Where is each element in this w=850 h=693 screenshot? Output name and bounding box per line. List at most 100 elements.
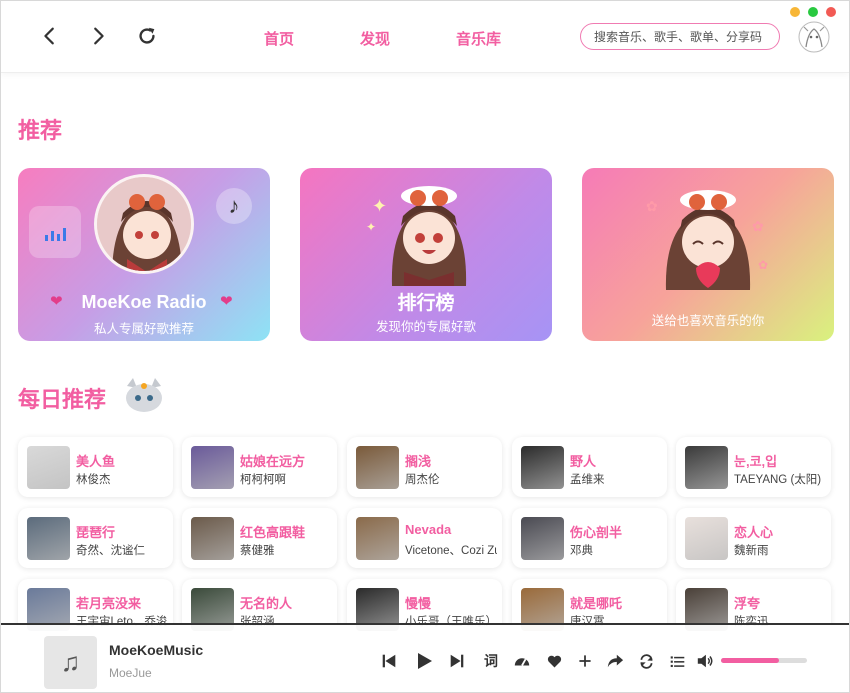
song-artist: 林俊杰: [76, 474, 111, 486]
share-button[interactable]: [605, 651, 625, 671]
radio-card-title: MoeKoe Radio: [81, 292, 207, 312]
user-avatar[interactable]: [798, 21, 830, 53]
previous-button[interactable]: [379, 651, 399, 671]
song-title: 恋人心: [734, 525, 774, 540]
song-artist: 孟维来: [570, 474, 605, 486]
ranking-card[interactable]: ✦ ✦ 排行榜 发现你的专属好歌: [300, 168, 552, 341]
moekoe-radio-card[interactable]: ♪ ❤ ❤ MoeKoe Radio 私人专属好歌推荐: [18, 168, 270, 341]
song-artist: Vicetone、Cozi Zuehlsdorff: [405, 545, 497, 557]
refresh-button[interactable]: [134, 23, 160, 49]
nav-home[interactable]: 首页: [264, 28, 294, 49]
speed-button[interactable]: [512, 651, 532, 671]
song-cover: [356, 517, 399, 560]
song-artist: 邓典: [570, 545, 593, 557]
song-cover: [191, 517, 234, 560]
chevron-right-icon: [94, 27, 104, 45]
song-cover: [356, 446, 399, 489]
skip-forward-icon: [450, 654, 464, 668]
forward-button[interactable]: [85, 23, 111, 49]
song-card[interactable]: 野人 孟维来: [512, 437, 667, 497]
song-card[interactable]: 美人鱼 林俊杰: [18, 437, 173, 497]
share-card-subtitle: 送给也喜欢音乐的你: [651, 314, 765, 328]
mascot-icon: [121, 376, 167, 414]
ranking-card-title: 排行榜: [397, 293, 455, 314]
list-icon: [670, 655, 684, 667]
song-title: 伤心剖半: [570, 525, 623, 540]
play-icon: [418, 653, 432, 669]
song-title: 눈,코,입: [734, 454, 778, 469]
song-card[interactable]: 搁浅 周杰伦: [347, 437, 502, 497]
search-input[interactable]: [594, 29, 774, 44]
add-button[interactable]: [575, 651, 595, 671]
daily-title: 每日推荐: [18, 387, 107, 412]
maximize-dot[interactable]: [808, 7, 818, 17]
radio-bars-icon: [29, 206, 81, 258]
music-note-icon[interactable]: ♪: [216, 188, 252, 224]
play-button[interactable]: [414, 651, 434, 671]
volume-icon: [697, 654, 713, 668]
character-illustration: [384, 176, 474, 286]
refresh-icon: [139, 27, 155, 44]
song-cover: [521, 446, 564, 489]
nav-library[interactable]: 音乐库: [456, 28, 501, 49]
album-cover[interactable]: ♫: [44, 636, 97, 689]
song-card[interactable]: 恋人心 魏新雨: [676, 508, 831, 568]
song-artist: 魏新雨: [734, 545, 769, 557]
music-note-icon: ♫: [60, 647, 81, 677]
song-title: 琵琶行: [76, 525, 116, 540]
search-box[interactable]: [580, 23, 780, 50]
song-title: 若月亮没来: [76, 596, 142, 611]
share-card[interactable]: ✿ ✿ ✿ 送给也喜欢音乐的你: [582, 168, 834, 341]
volume-fill: [721, 658, 779, 663]
chevron-left-icon: [44, 27, 54, 45]
song-cover: [685, 446, 728, 489]
back-button[interactable]: [37, 23, 63, 49]
playlist-button[interactable]: [667, 651, 687, 671]
minimize-dot[interactable]: [790, 7, 800, 17]
repeat-button[interactable]: [636, 651, 656, 671]
song-title: Nevada: [405, 522, 452, 537]
track-title: MoeKoeMusic: [109, 642, 204, 658]
song-title: 搁浅: [405, 454, 432, 469]
lyrics-button[interactable]: 词: [481, 651, 501, 671]
track-artist: MoeJue: [109, 666, 152, 680]
song-title: 浮夸: [734, 596, 761, 611]
song-title: 就是哪吒: [570, 596, 623, 611]
song-card[interactable]: 눈,코,입 TAEYANG (太阳): [676, 437, 831, 497]
app-window: 首页 发现 音乐库 推荐: [0, 0, 850, 693]
character-illustration: [660, 180, 756, 295]
like-button[interactable]: [544, 651, 564, 671]
song-card[interactable]: 姑娘在远方 柯柯柯啊: [182, 437, 337, 497]
song-card[interactable]: 伤心剖半 邓典: [512, 508, 667, 568]
song-artist: TAEYANG (太阳): [734, 474, 822, 486]
flower-icon: ✿: [758, 258, 769, 272]
song-artist: 蔡健雅: [240, 545, 275, 557]
character-avatar: [94, 174, 194, 274]
song-cover: [521, 517, 564, 560]
share-icon: [607, 654, 624, 668]
song-cover: [27, 446, 70, 489]
song-card[interactable]: Nevada Vicetone、Cozi Zuehlsdorff: [347, 508, 502, 568]
song-card[interactable]: 琵琶行 奇然、沈谧仁: [18, 508, 173, 568]
repeat-icon: [640, 653, 652, 669]
player-bar: ♫ MoeKoeMusic MoeJue 词: [1, 623, 849, 692]
volume-button[interactable]: [695, 651, 715, 671]
song-title: 红色高跟鞋: [240, 525, 306, 540]
song-cover: [685, 517, 728, 560]
skip-back-icon: [382, 654, 396, 668]
next-button[interactable]: [447, 651, 467, 671]
top-bar: 首页 发现 音乐库: [1, 1, 849, 73]
song-cover: [27, 517, 70, 560]
song-artist: 周杰伦: [405, 474, 440, 486]
nav-discover[interactable]: 发现: [360, 28, 390, 49]
volume-slider[interactable]: [721, 658, 807, 663]
plus-icon: [579, 655, 591, 667]
flower-icon: ✿: [646, 198, 658, 214]
ranking-card-subtitle: 发现你的专属好歌: [375, 320, 476, 334]
song-card[interactable]: 红色高跟鞋 蔡健雅: [182, 508, 337, 568]
close-dot[interactable]: [826, 7, 836, 17]
song-cover: [191, 446, 234, 489]
radio-card-subtitle: 私人专属好歌推荐: [93, 322, 194, 336]
song-artist: 柯柯柯啊: [240, 474, 286, 486]
heart-icon: [547, 655, 561, 667]
